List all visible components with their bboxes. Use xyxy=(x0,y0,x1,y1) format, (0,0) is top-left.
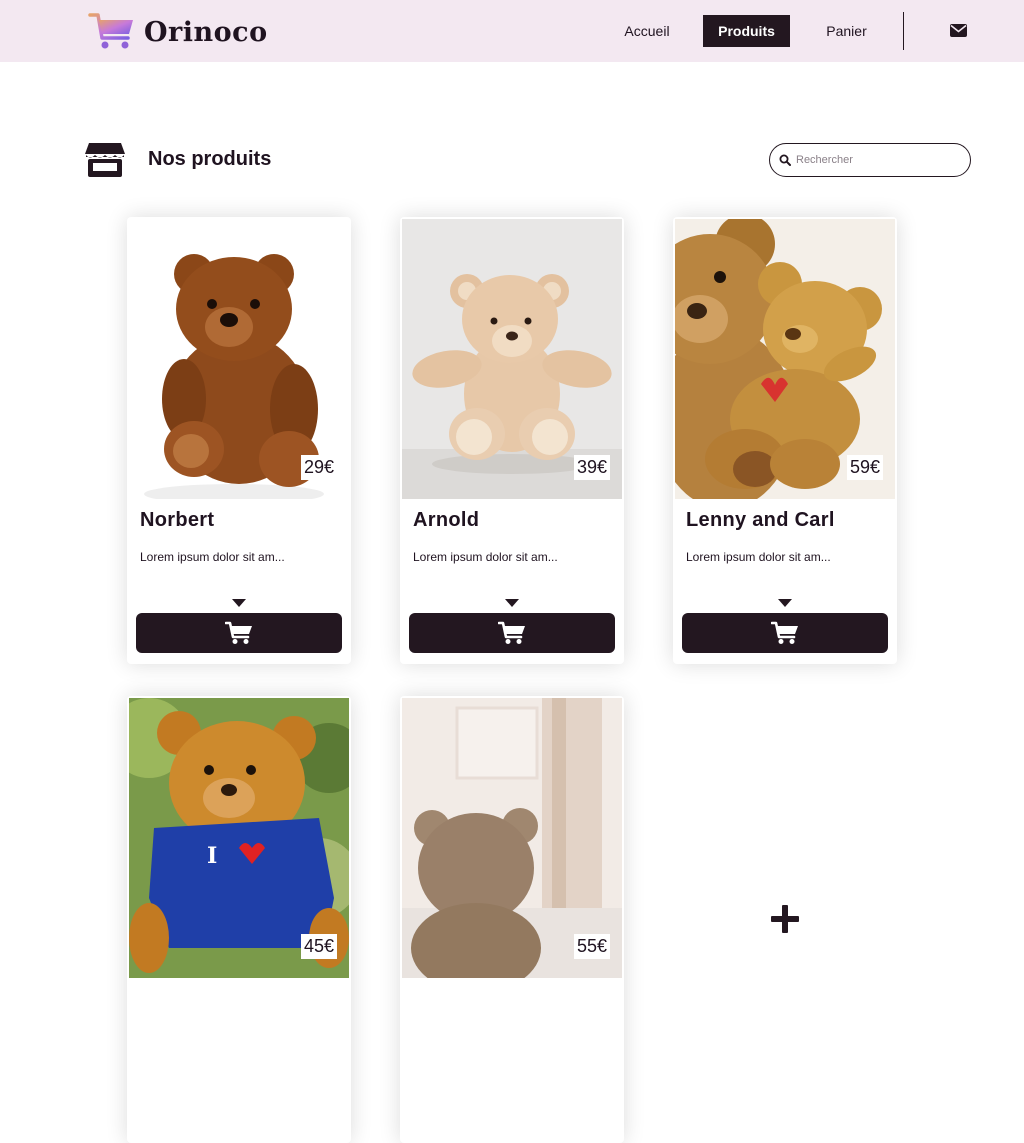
product-description: Lorem ipsum dolor sit am... xyxy=(686,550,831,564)
add-to-cart-button[interactable] xyxy=(136,613,342,653)
store-icon xyxy=(85,143,125,182)
product-card[interactable]: 39€ Arnold Lorem ipsum dolor sit am... xyxy=(400,217,624,664)
caret-down-icon[interactable] xyxy=(778,594,792,612)
caret-down-icon[interactable] xyxy=(505,594,519,612)
nav-divider xyxy=(903,12,904,50)
cart-icon xyxy=(771,621,798,644)
add-to-cart-button[interactable] xyxy=(409,613,615,653)
svg-text:I: I xyxy=(207,843,217,869)
top-navbar: Orinoco Accueil Produits Panier xyxy=(0,0,1024,62)
product-name[interactable]: Lenny and Carl xyxy=(686,509,835,532)
shopping-cart-logo-icon xyxy=(88,13,133,49)
cart-icon xyxy=(225,621,252,644)
load-more-plus-icon[interactable] xyxy=(770,904,800,939)
product-name[interactable]: Norbert xyxy=(140,509,214,532)
nav-link-panier[interactable]: Panier xyxy=(813,15,880,47)
brand-logo[interactable]: Orinoco xyxy=(88,12,268,52)
search-box[interactable] xyxy=(769,143,971,177)
search-icon xyxy=(779,154,791,166)
page-title: Nos produits xyxy=(148,148,272,170)
cart-icon xyxy=(498,621,525,644)
product-card[interactable]: 55€ xyxy=(400,696,624,1143)
product-card[interactable]: I 45€ xyxy=(127,696,351,1143)
search-input[interactable] xyxy=(796,154,956,166)
price-tag: 59€ xyxy=(846,455,883,480)
brand-name: Orinoco xyxy=(144,16,268,48)
nav-link-produits[interactable]: Produits xyxy=(703,15,790,47)
envelope-icon[interactable] xyxy=(950,24,967,42)
caret-down-icon[interactable] xyxy=(232,594,246,612)
price-tag: 29€ xyxy=(300,455,337,480)
price-tag: 39€ xyxy=(573,455,610,480)
product-name[interactable]: Arnold xyxy=(413,509,479,532)
add-to-cart-button[interactable] xyxy=(682,613,888,653)
product-description: Lorem ipsum dolor sit am... xyxy=(140,550,285,564)
nav-link-accueil[interactable]: Accueil xyxy=(612,15,682,47)
product-card[interactable]: 29€ Norbert Lorem ipsum dolor sit am... xyxy=(127,217,351,664)
product-card[interactable]: 59€ Lenny and Carl Lorem ipsum dolor sit… xyxy=(673,217,897,664)
product-description: Lorem ipsum dolor sit am... xyxy=(413,550,558,564)
